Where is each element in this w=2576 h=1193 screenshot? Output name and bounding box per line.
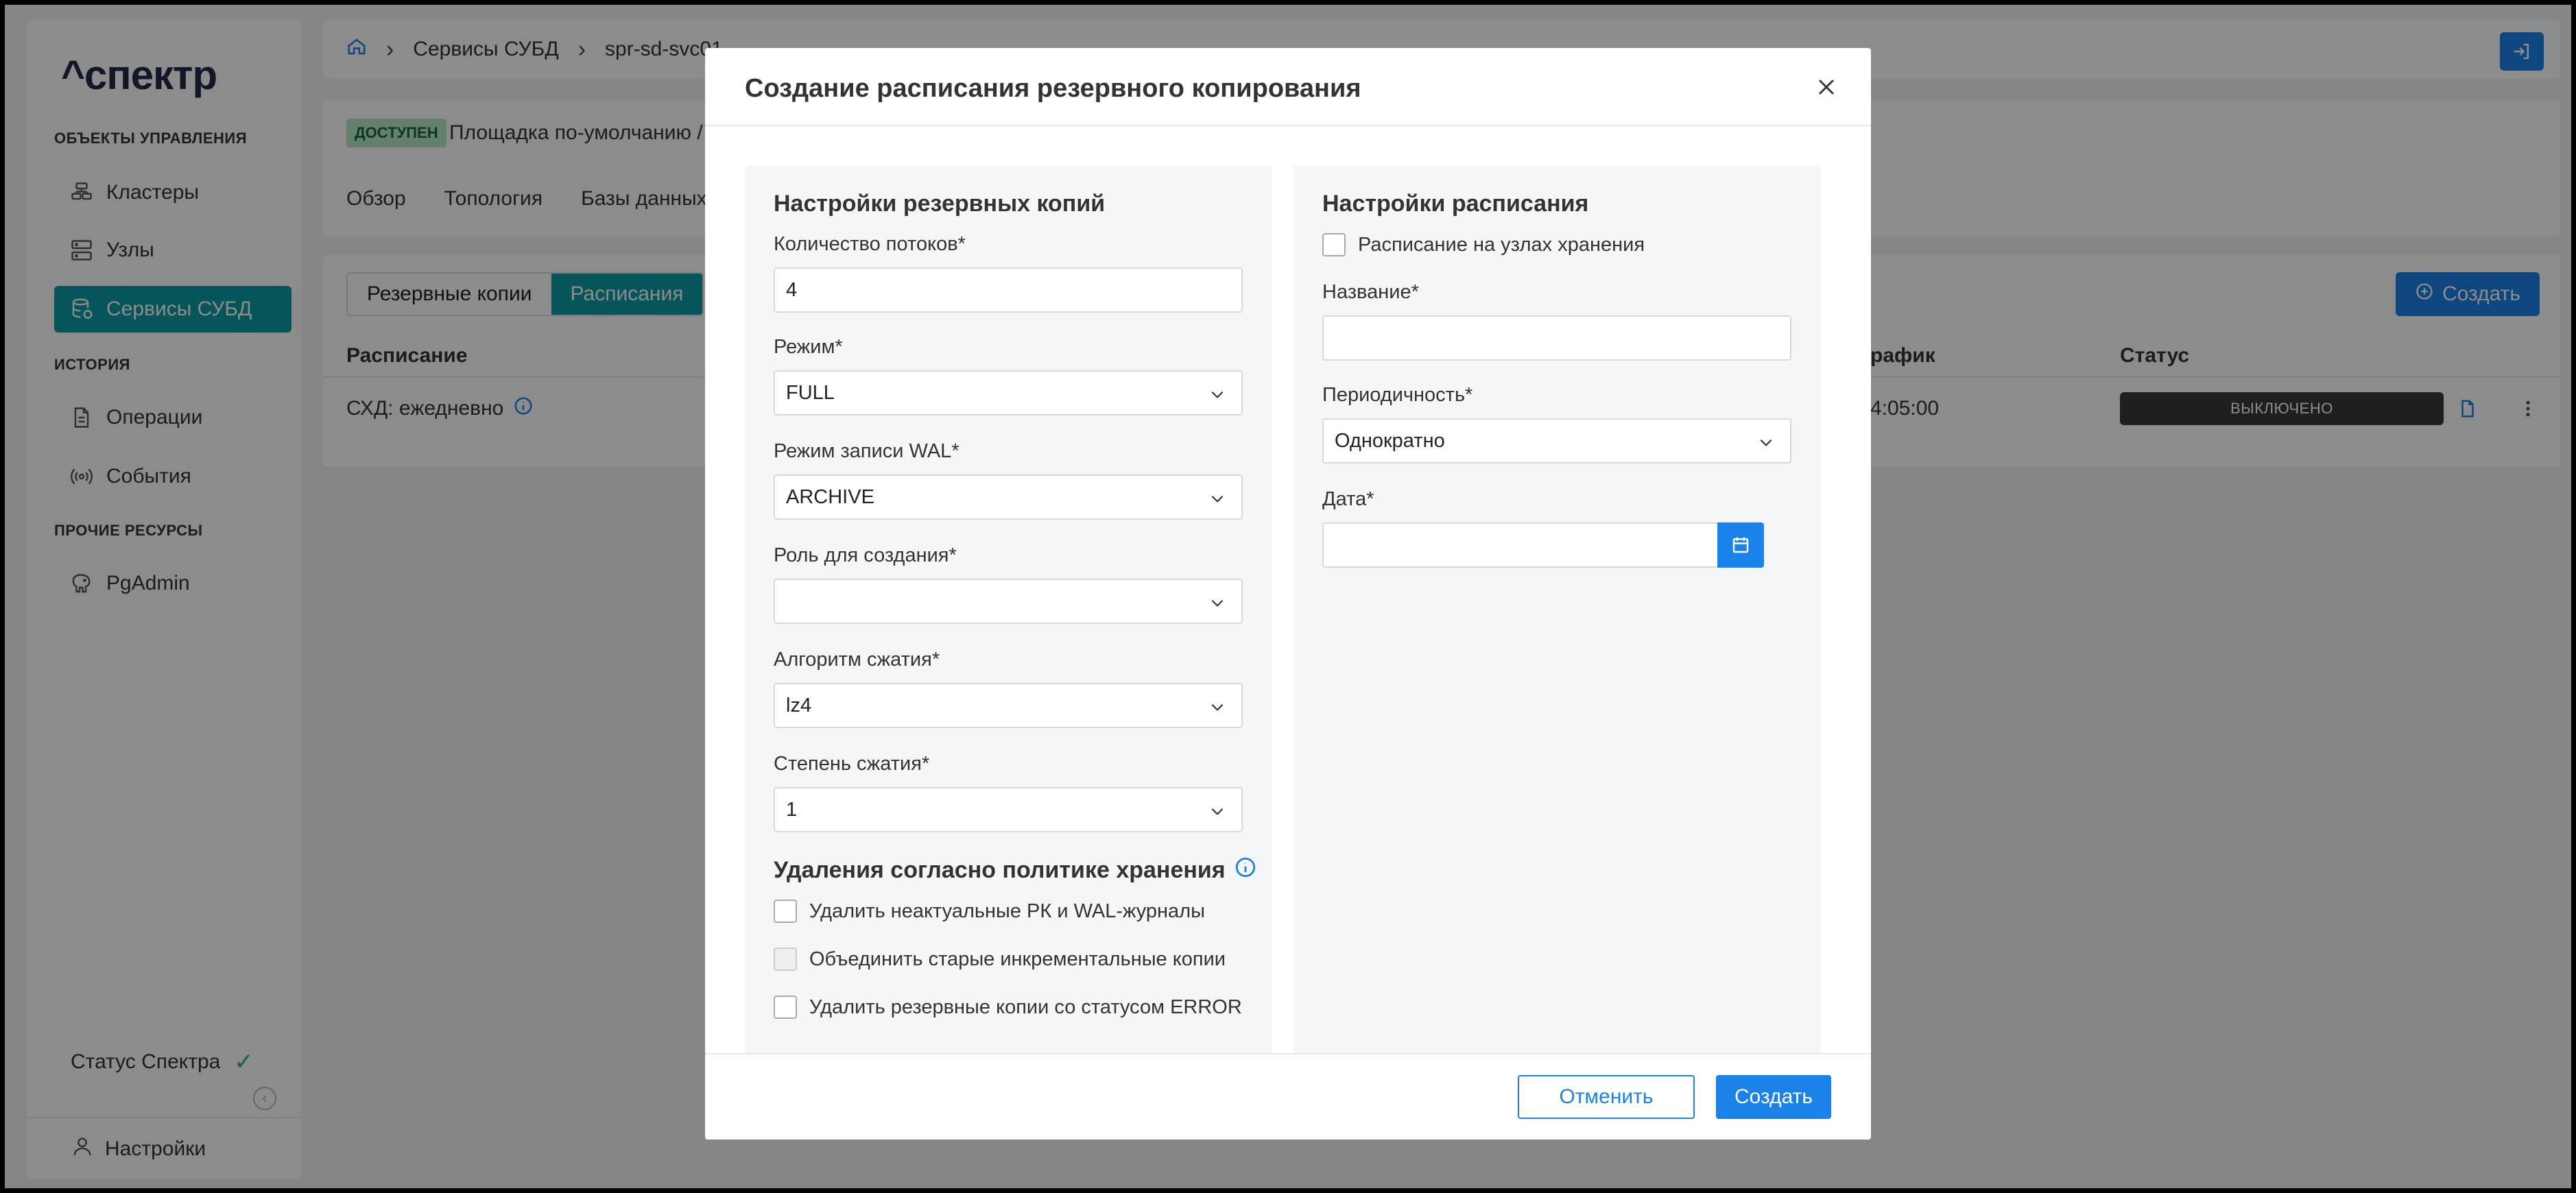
mode-label: Режим* xyxy=(774,336,843,358)
role-label: Роль для создания* xyxy=(774,544,957,566)
retention-policy-title: Удаления согласно политике хранения xyxy=(774,856,1257,885)
name-input[interactable] xyxy=(1322,315,1791,361)
close-icon[interactable] xyxy=(1815,75,1838,99)
chevron-down-icon xyxy=(1211,495,1224,503)
date-label: Дата* xyxy=(1322,488,1374,510)
panel-title: Настройки расписания xyxy=(1322,191,1589,217)
threads-label: Количество потоков* xyxy=(774,233,966,255)
compression-algorithm-label: Алгоритм сжатия* xyxy=(774,649,940,671)
dialog-footer: Отменить Создать xyxy=(705,1053,1871,1140)
checkbox[interactable] xyxy=(774,900,797,923)
chevron-down-icon xyxy=(1211,808,1224,815)
panel-title: Настройки резервных копий xyxy=(774,191,1106,217)
checkbox[interactable] xyxy=(1322,233,1346,256)
dialog-header: Создание расписания резервного копирован… xyxy=(705,48,1871,126)
backup-settings-panel: Настройки резервных копий Количество пот… xyxy=(745,166,1272,1126)
create-schedule-dialog: Создание расписания резервного копирован… xyxy=(705,48,1871,1140)
mode-select[interactable]: FULL xyxy=(774,370,1243,415)
checkbox xyxy=(774,948,797,971)
compression-level-label: Степень сжатия* xyxy=(774,753,930,775)
wal-label: Режим записи WAL* xyxy=(774,440,959,462)
name-label: Название* xyxy=(1322,281,1419,303)
retention-option[interactable]: Удалить неактуальные РК и WAL-журналы xyxy=(774,900,1205,923)
schedule-settings-panel: Настройки расписания Расписание на узлах… xyxy=(1293,166,1820,1126)
storage-nodes-option[interactable]: Расписание на узлах хранения xyxy=(1322,233,1645,256)
info-icon[interactable] xyxy=(1234,856,1257,885)
compression-level-select[interactable]: 1 xyxy=(774,787,1243,832)
checkbox[interactable] xyxy=(774,996,797,1019)
dialog-body: Настройки резервных копий Количество пот… xyxy=(705,128,1871,1126)
chevron-down-icon xyxy=(1760,439,1772,446)
wal-select[interactable]: ARCHIVE xyxy=(774,474,1243,520)
create-button[interactable]: Создать xyxy=(1716,1075,1831,1119)
chevron-down-icon xyxy=(1211,703,1224,711)
date-input[interactable] xyxy=(1322,522,1746,568)
cancel-button[interactable]: Отменить xyxy=(1518,1075,1695,1119)
threads-input[interactable]: 4 xyxy=(774,267,1243,313)
retention-option[interactable]: Удалить резервные копии со статусом ERRO… xyxy=(774,996,1242,1019)
periodicity-select[interactable]: Однократно xyxy=(1322,418,1791,463)
role-select[interactable] xyxy=(774,579,1243,624)
chevron-down-icon xyxy=(1211,599,1224,607)
periodicity-label: Периодичность* xyxy=(1322,384,1473,406)
chevron-down-icon xyxy=(1211,391,1224,398)
calendar-button[interactable] xyxy=(1717,522,1764,568)
compression-algorithm-select[interactable]: lz4 xyxy=(774,683,1243,728)
dialog-title: Создание расписания резервного копирован… xyxy=(745,74,1361,103)
calendar-icon xyxy=(1732,537,1749,553)
retention-option[interactable]: Объединить старые инкрементальные копии xyxy=(774,948,1226,971)
